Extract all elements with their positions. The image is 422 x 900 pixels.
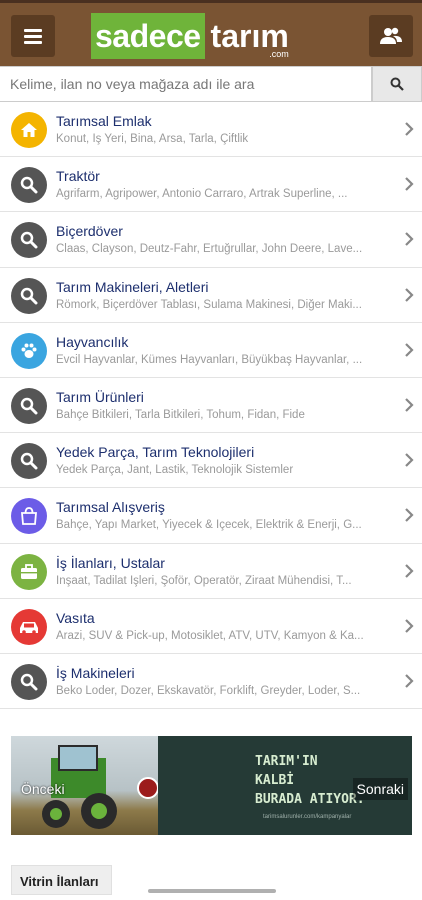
car-icon [11, 608, 47, 645]
home-icon [11, 112, 47, 148]
chevron-right-icon [405, 618, 414, 633]
search-icon [11, 443, 47, 480]
category-subtitle: Arazi, SUV & Pick-up, Motosiklet, ATV, U… [56, 629, 364, 642]
category-title: Tarımsal Alışveriş [56, 499, 165, 516]
chevron-right-icon [405, 177, 414, 191]
chevron-right-icon [405, 287, 414, 302]
logo-part2: tarım .com [210, 17, 289, 60]
chevron-right-icon [405, 453, 414, 467]
category-title: Biçerdöver [56, 223, 123, 240]
search-icon [11, 277, 47, 314]
banner-prev-button[interactable]: Önceki [17, 778, 69, 800]
category-item[interactable]: İş İlanları, Ustalar İnşaat, Tadilat İşle… [0, 544, 422, 599]
category-subtitle: Bahçe, Yapı Market, Yiyecek & İçecek, El… [56, 519, 362, 532]
category-title: Hayvancılık [56, 333, 129, 350]
logo-suffix: .com [269, 49, 289, 59]
search-icon [11, 222, 47, 259]
category-item[interactable]: Yedek Parça, Tarım Teknolojileri Yedek Pa… [0, 433, 422, 489]
category-subtitle: Beko Loder, Dozer, Ekskavatör, Forklift,… [56, 684, 361, 697]
search-icon [11, 663, 47, 700]
search-button[interactable] [372, 66, 422, 102]
chevron-right-icon [405, 122, 414, 136]
category-subtitle: Römork, Biçerdöver Tablası, Sulama Makin… [56, 298, 362, 311]
chevron-right-icon [405, 508, 414, 523]
banner-headline: TARIM'IN KALBİ BURADA ATIYOR. [255, 754, 365, 807]
category-title: İş İlanları, Ustalar [56, 554, 165, 571]
app-header: sadece tarım .com [0, 0, 422, 66]
category-title: Traktör [56, 168, 100, 185]
menu-button[interactable] [11, 15, 55, 57]
hamburger-icon [24, 26, 42, 47]
category-item[interactable]: Hayvancılık Evcil Hayvanlar, Kümes Hayvan… [0, 323, 422, 378]
category-item[interactable]: Tarımsal Emlak Konut, İş Yeri, Bina, Arsa… [0, 102, 422, 158]
paw-icon [11, 332, 47, 369]
category-subtitle: Bahçe Bitkileri, Tarla Bitkileri, Tohum,… [56, 408, 305, 421]
chevron-right-icon [405, 342, 414, 357]
category-item[interactable]: İş Makineleri Beko Loder, Dozer, Ekskavat… [0, 654, 422, 710]
category-item[interactable]: Biçerdöver Claas, Clayson, Deutz-Fahr, Er… [0, 212, 422, 268]
category-item[interactable]: Tarımsal Alışveriş Bahçe, Yapı Market, Yi… [0, 488, 422, 544]
briefcase-icon [11, 553, 47, 590]
site-logo[interactable]: sadece tarım .com [91, 13, 289, 59]
logo-part1: sadece [91, 13, 205, 59]
category-title: Tarımsal Emlak [56, 113, 152, 129]
promo-banner[interactable]: TARIM'IN KALBİ BURADA ATIYOR. tarimsalur… [11, 736, 412, 835]
category-title: Tarım Ürünleri [56, 388, 144, 405]
category-title: Vasıta [56, 609, 95, 626]
users-icon [380, 27, 402, 44]
vitrin-tab[interactable]: Vitrin İlanları [11, 865, 112, 895]
chevron-right-icon [405, 398, 414, 412]
chevron-right-icon [405, 674, 414, 688]
category-subtitle: Claas, Clayson, Deutz-Fahr, Ertuğrullar,… [56, 243, 363, 256]
shopping-bag-icon [11, 498, 47, 535]
category-subtitle: Yedek Parça, Jant, Lastik, Teknolojik Si… [56, 464, 294, 477]
search-bar [0, 66, 422, 102]
chevron-right-icon [405, 232, 414, 247]
home-indicator[interactable] [148, 889, 276, 893]
banner-small-text: tarimsalurunler.com/kampanyalar [263, 814, 352, 820]
category-subtitle: Evcil Hayvanlar, Kümes Hayvanları, Büyük… [56, 353, 363, 366]
search-input[interactable] [0, 66, 372, 102]
category-subtitle: Konut, İş Yeri, Bina, Arsa, Tarla, Çiftl… [56, 133, 249, 145]
category-item[interactable]: Traktör Agrifarm, Agripower, Antonio Carr… [0, 157, 422, 213]
chevron-right-icon [405, 563, 414, 578]
user-button[interactable] [369, 15, 413, 57]
category-title: Yedek Parça, Tarım Teknolojileri [56, 444, 255, 461]
category-item[interactable]: Vasıta Arazi, SUV & Pick-up, Motosiklet, … [0, 599, 422, 654]
category-subtitle: İnşaat, Tadilat İşleri, Şoför, Operatör,… [56, 574, 352, 587]
category-title: Tarım Makineleri, Aletleri [56, 278, 209, 295]
category-title: İş Makineleri [56, 664, 135, 681]
category-subtitle: Agrifarm, Agripower, Antonio Carraro, Ar… [56, 188, 348, 201]
search-icon [11, 387, 47, 424]
banner-next-button[interactable]: Sonraki [352, 778, 408, 800]
search-icon [11, 167, 47, 204]
search-icon [390, 77, 404, 91]
category-list: Tarımsal Emlak Konut, İş Yeri, Bina, Arsa… [0, 102, 422, 710]
category-item[interactable]: Tarım Makineleri, Aletleri Römork, Biçerd… [0, 268, 422, 323]
category-item[interactable]: Tarım Ürünleri Bahçe Bitkileri, Tarla Bit… [0, 378, 422, 434]
